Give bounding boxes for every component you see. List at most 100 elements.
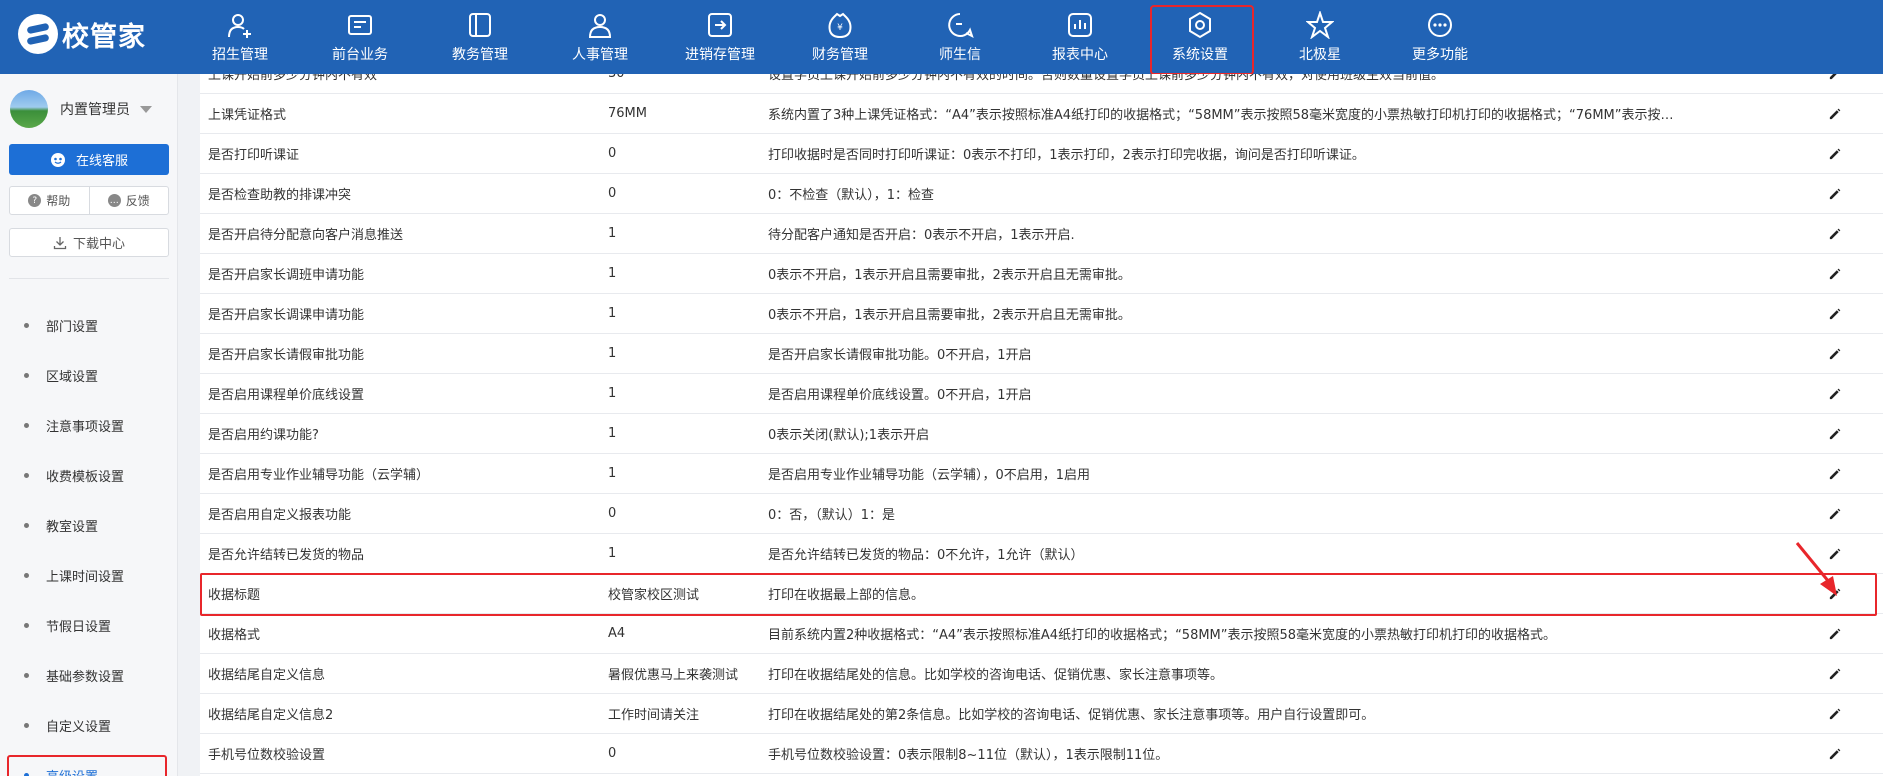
setting-value: 1 — [608, 546, 617, 561]
help-button[interactable]: ? 帮助 — [10, 187, 89, 214]
setting-description: 打印在收据最上部的信息。 — [768, 588, 925, 603]
setting-name: 是否启用课程单价底线设置 — [208, 388, 365, 403]
nav-item-1[interactable]: 前台业务 — [300, 0, 420, 74]
edit-pencil-icon[interactable] — [1826, 226, 1842, 242]
sidebar-item-9[interactable]: 高级设置 — [0, 750, 178, 776]
setting-value: 1 — [608, 306, 617, 321]
setting-description: 0表示关闭(默认);1表示开启 — [768, 428, 930, 443]
nav-item-4[interactable]: 进销存管理 — [660, 0, 780, 74]
sidebar-divider — [9, 278, 169, 279]
setting-description: 待分配客户通知是否开启：0表示不开启，1表示开启. — [768, 228, 1075, 243]
user-menu[interactable]: 内置管理员 — [10, 90, 152, 128]
setting-description: 0表示不开启，1表示开启且需要审批，2表示开启且无需审批。 — [768, 308, 1131, 323]
feedback-button[interactable]: … 反馈 — [88, 187, 169, 214]
setting-value: 1 — [608, 466, 617, 481]
nav-item-label: 教务管理 — [452, 47, 508, 63]
sidebar-item-4[interactable]: 教室设置 — [0, 500, 178, 550]
setting-value: 1 — [608, 386, 617, 401]
setting-name: 收据结尾自定义信息 — [208, 668, 326, 683]
online-service-button[interactable]: 在线客服 — [9, 144, 169, 175]
bullet-icon — [24, 372, 29, 378]
gear-icon — [1185, 10, 1215, 40]
sidebar-item-label: 收费模板设置 — [46, 469, 125, 485]
download-label: 下载中心 — [72, 237, 125, 252]
setting-name: 是否启用自定义报表功能 — [208, 508, 352, 523]
edit-pencil-icon[interactable] — [1826, 626, 1842, 642]
table-row: 是否开启家长请假审批功能 1 是否开启家长请假审批功能。0不开启，1开启 — [200, 334, 1883, 374]
setting-name: 是否打印听课证 — [208, 148, 300, 163]
setting-description: 打印在收据结尾处的信息。比如学校的咨询电话、促销优惠、家长注意事项等。 — [768, 668, 1224, 683]
sidebar-item-7[interactable]: 基础参数设置 — [0, 650, 178, 700]
edit-pencil-icon[interactable] — [1826, 306, 1842, 322]
table-row: 手机号位数校验设置 0 手机号位数校验设置：0表示限制8~11位（默认），1表示限制… — [200, 734, 1883, 774]
nav-item-3[interactable]: 人事管理 — [540, 0, 660, 74]
nav-item-8[interactable]: 系统设置 — [1140, 0, 1260, 75]
nav-item-7[interactable]: 报表中心 — [1020, 0, 1140, 74]
nav-item-2[interactable]: 教务管理 — [420, 0, 540, 74]
sidebar-item-8[interactable]: 自定义设置 — [0, 700, 178, 750]
chat-icon — [945, 10, 975, 40]
table-row: 是否允许结转已发货的物品 1 是否允许结转已发货的物品：0不允许，1允许（默认） — [200, 534, 1883, 574]
setting-value: 1 — [608, 266, 617, 281]
edit-pencil-icon[interactable] — [1826, 706, 1842, 722]
setting-value: 0 — [608, 186, 617, 201]
avatar — [10, 90, 48, 128]
setting-description: 手机号位数校验设置：0表示限制8~11位（默认），1表示限制11位。 — [768, 748, 1169, 763]
sidebar-item-label: 节假日设置 — [46, 619, 112, 635]
nav-item-label: 进销存管理 — [685, 47, 755, 63]
question-icon: ? — [28, 194, 42, 207]
exchange-icon — [705, 10, 735, 40]
edit-pencil-icon[interactable] — [1826, 74, 1842, 82]
edit-pencil-icon[interactable] — [1826, 746, 1842, 762]
sidebar-item-label: 区域设置 — [46, 369, 99, 385]
logo-text: 校管家 — [62, 21, 146, 53]
bullet-icon — [24, 422, 29, 428]
nav-item-label: 人事管理 — [572, 47, 628, 63]
bullet-icon — [24, 722, 29, 728]
headset-icon — [50, 152, 65, 167]
sidebar-item-1[interactable]: 区域设置 — [0, 350, 178, 400]
app-logo[interactable]: 校管家 — [18, 14, 146, 54]
setting-value: 0 — [608, 146, 617, 161]
edit-pencil-icon[interactable] — [1826, 386, 1842, 402]
sidebar-item-0[interactable]: 部门设置 — [0, 300, 178, 350]
sidebar-item-2[interactable]: 注意事项设置 — [0, 400, 178, 450]
download-center-button[interactable]: 下载中心 — [9, 228, 169, 257]
nav-item-label: 师生信 — [939, 47, 981, 63]
edit-pencil-icon[interactable] — [1826, 466, 1842, 482]
edit-pencil-icon[interactable] — [1826, 666, 1842, 682]
edit-pencil-icon[interactable] — [1826, 146, 1842, 162]
edit-pencil-icon[interactable] — [1826, 266, 1842, 282]
setting-value: 76MM — [608, 106, 647, 121]
star-icon — [1305, 10, 1335, 40]
sidebar-item-label: 高级设置 — [46, 766, 98, 776]
setting-name: 收据格式 — [208, 628, 261, 643]
sidebar-item-6[interactable]: 节假日设置 — [0, 600, 178, 650]
setting-value: 1 — [608, 226, 617, 241]
nav-item-6[interactable]: 师生信 — [900, 0, 1020, 74]
nav-item-9[interactable]: 北极星 — [1260, 0, 1380, 74]
nav-item-5[interactable]: ¥ 财务管理 — [780, 0, 900, 74]
bullet-icon — [24, 572, 29, 578]
setting-value: 1 — [608, 346, 617, 361]
setting-name: 是否启用约课功能? — [208, 428, 319, 443]
bullet-icon — [24, 772, 29, 776]
setting-description: 是否启用课程单价底线设置。0不开启，1开启 — [768, 388, 1032, 403]
edit-pencil-icon[interactable] — [1826, 346, 1842, 362]
id-card-icon — [345, 10, 375, 40]
edit-pencil-icon[interactable] — [1826, 506, 1842, 522]
nav-item-label: 系统设置 — [1172, 47, 1228, 63]
edit-pencil-icon[interactable] — [1826, 186, 1842, 202]
table-row: 是否启用课程单价底线设置 1 是否启用课程单价底线设置。0不开启，1开启 — [200, 374, 1883, 414]
edit-pencil-icon[interactable] — [1826, 426, 1842, 442]
sidebar-item-5[interactable]: 上课时间设置 — [0, 550, 178, 600]
nav-item-label: 北极星 — [1299, 47, 1341, 63]
feedback-label: 反馈 — [125, 194, 150, 208]
setting-description: 目前系统内置2种收据格式：“A4”表示按照标准A4纸打印的收据格式；“58MM”… — [768, 628, 1557, 643]
nav-item-10[interactable]: 更多功能 — [1380, 0, 1500, 74]
table-row: 收据格式 A4 目前系统内置2种收据格式：“A4”表示按照标准A4纸打印的收据格式；… — [200, 614, 1883, 654]
edit-pencil-icon[interactable] — [1826, 106, 1842, 122]
bullet-icon — [24, 322, 29, 328]
sidebar-item-3[interactable]: 收费模板设置 — [0, 450, 178, 500]
nav-item-0[interactable]: 招生管理 — [180, 0, 300, 74]
